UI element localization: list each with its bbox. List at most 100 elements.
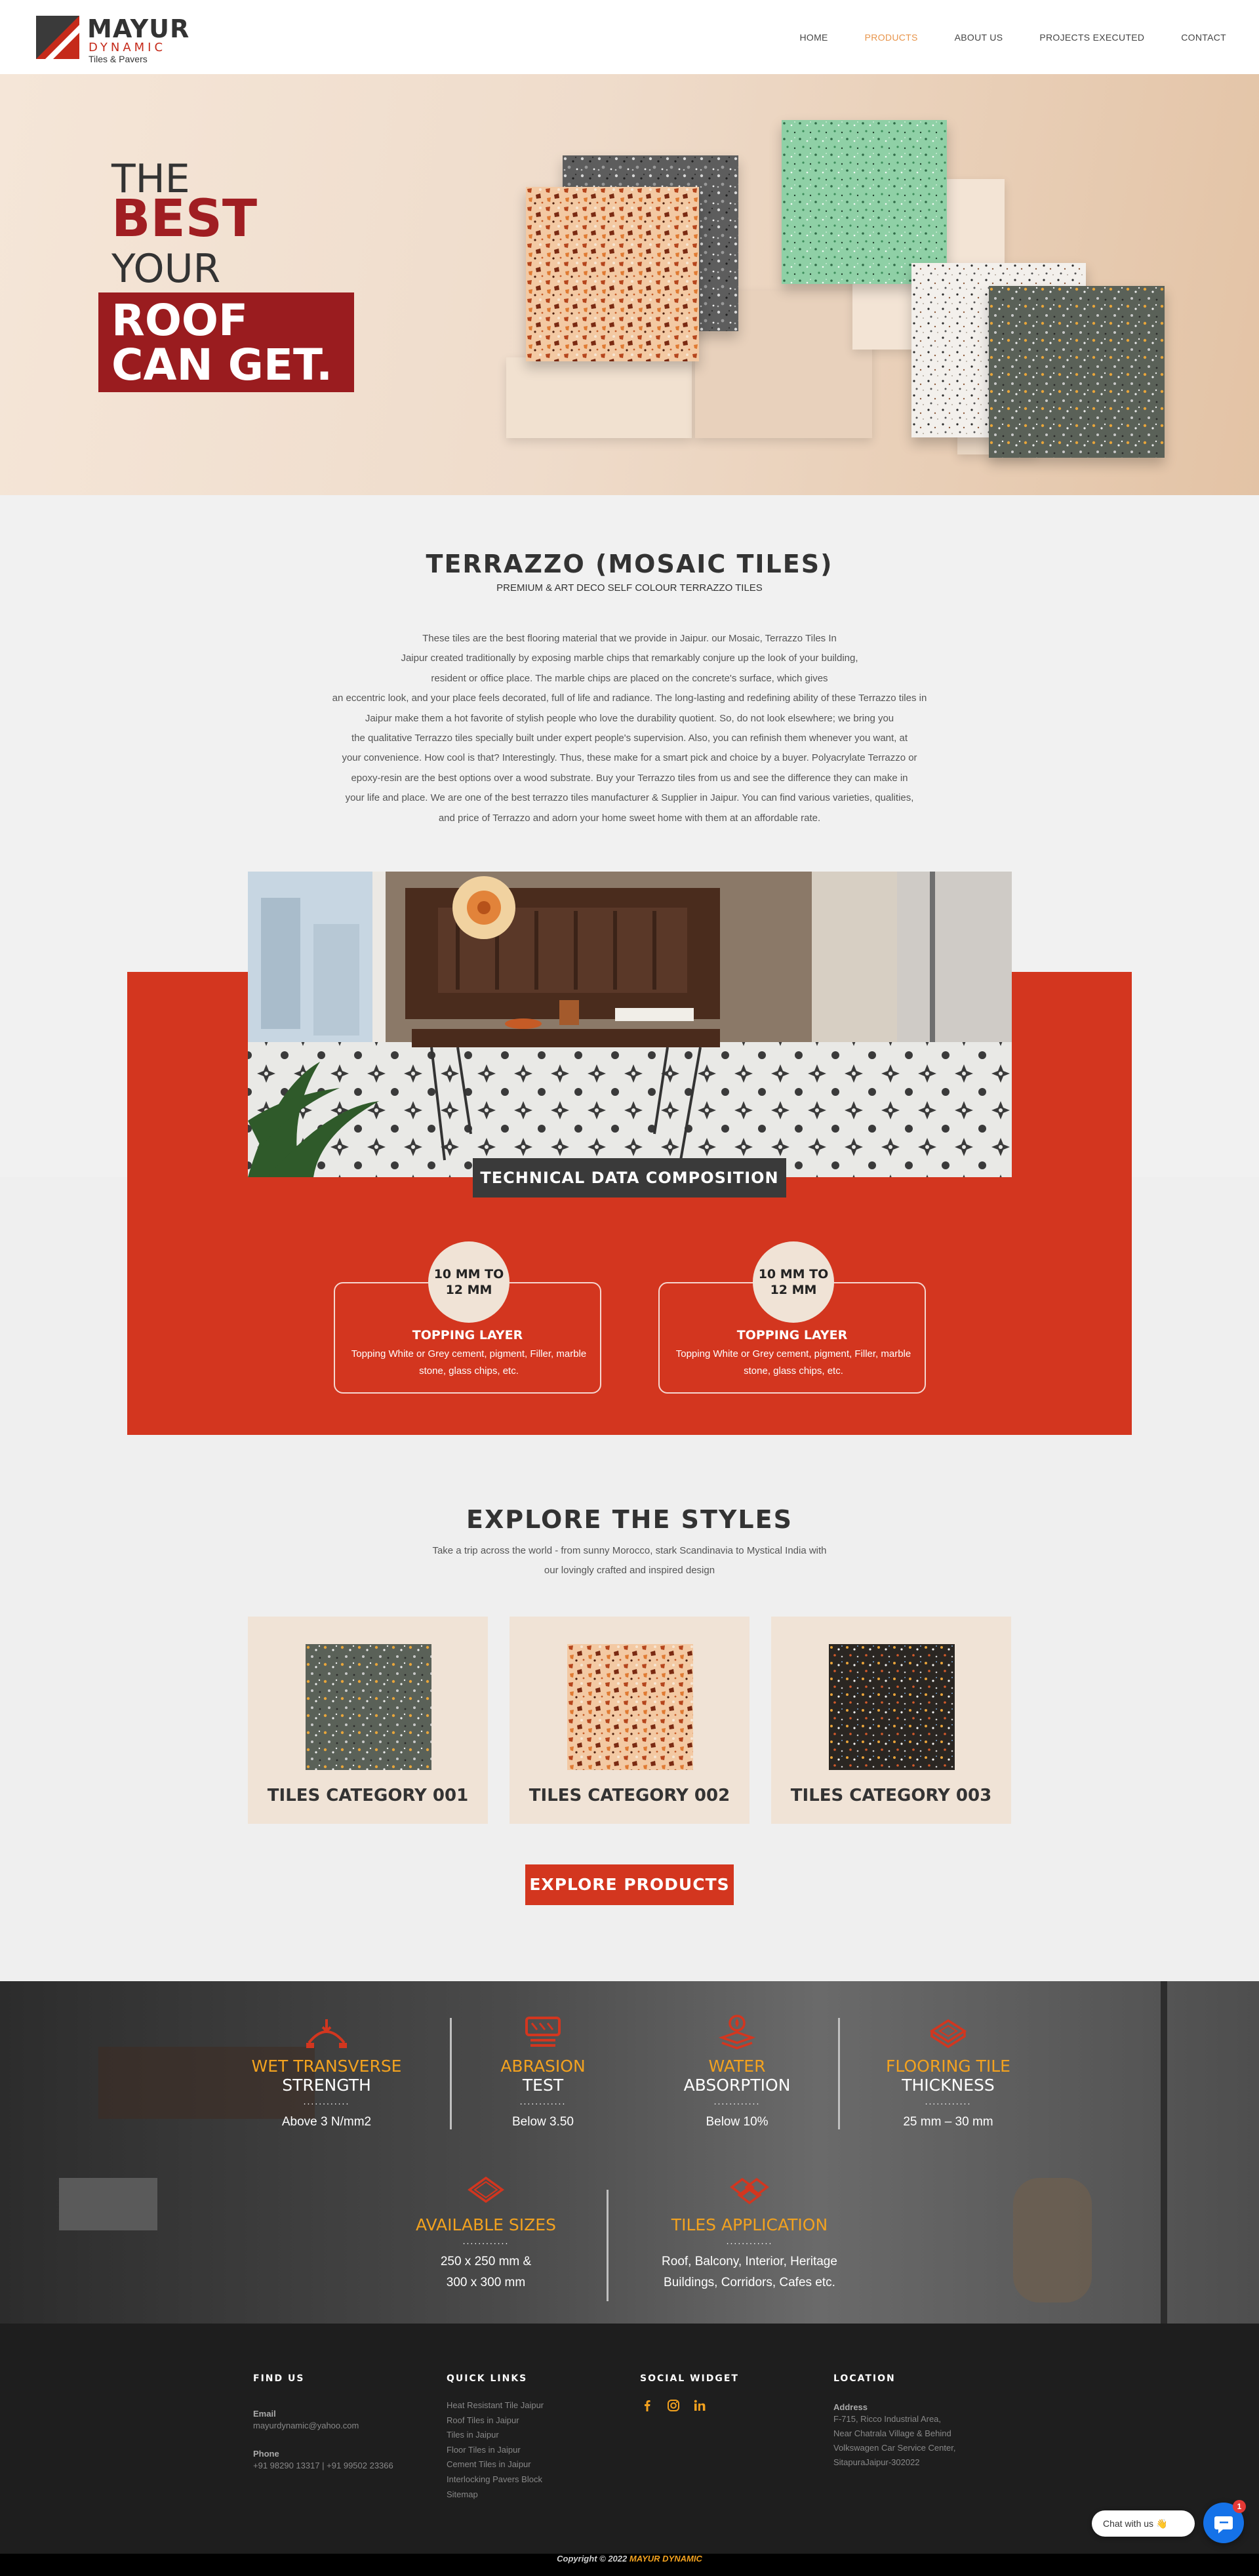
card-title: TOPPING LAYER (736, 1328, 848, 1342)
grey-terrazzo-tile-image (989, 286, 1165, 458)
quick-link[interactable]: Tiles in Jaipur (447, 2428, 630, 2443)
email-label: Email (253, 2409, 276, 2419)
nav-products[interactable]: PRODUCTS (865, 32, 918, 43)
spec-value: Below 10% (706, 2115, 769, 2129)
section-title-terrazzo: TERRAZZO (MOSAIC TILES) (426, 550, 833, 578)
thickness-line: 12 MM (770, 1283, 817, 1297)
spec-flooring-thickness: FLOORING TILE THICKNESS ............ 25 … (843, 2014, 1053, 2133)
intro-line: your life and place. We are one of the b… (345, 792, 914, 804)
card-description: Topping White or Grey cement, pigment, F… (351, 1348, 587, 1377)
phone-link[interactable]: +91 98290 13317 | +91 99502 23366 (253, 2459, 437, 2473)
spec-value: 25 mm – 30 mm (903, 2115, 993, 2129)
footer-heading: SOCIAL WIDGET (640, 2373, 739, 2384)
footer-find-us: FIND US Email mayurdynamic@yahoo.com Pho… (253, 2373, 437, 2473)
quick-link[interactable]: Heat Resistant Tile Jaipur (447, 2398, 630, 2413)
quick-link[interactable]: Cement Tiles in Jaipur (447, 2457, 630, 2472)
window-frame-shape (1161, 1981, 1167, 2324)
interior-room-image (248, 872, 1012, 1177)
thickness-line: 10 MM TO (758, 1267, 829, 1281)
spec-title: WET TRANSVERSE (251, 2057, 402, 2076)
spec-value-line: 250 x 250 mm & (440, 2255, 532, 2268)
tiles-category-card[interactable]: TILES CATEGORY 001 (248, 1617, 488, 1824)
spec-water-absorption: WATER ABSORPTION ............ Below 10% (632, 2014, 842, 2133)
spec-subtitle: THICKNESS (902, 2076, 995, 2095)
spec-dots: ............ (519, 2096, 567, 2106)
technical-data-title: TECHNICAL DATA COMPOSITION (473, 1158, 786, 1197)
social-icons (640, 2398, 824, 2413)
quick-link[interactable]: Sitemap (447, 2487, 630, 2503)
hero-highlight-box: ROOF CAN GET. (98, 292, 354, 392)
tile-category-image (567, 1644, 693, 1770)
category-label: TILES CATEGORY 001 (267, 1786, 469, 1805)
quick-link[interactable]: Interlocking Pavers Block (447, 2472, 630, 2487)
wave-emoji: 👋 (1155, 2518, 1168, 2529)
composition-card: 10 MM TO 12 MM TOPPING LAYER Topping Whi… (658, 1241, 926, 1394)
linkedin-icon[interactable] (692, 2398, 707, 2413)
tiles-category-card[interactable]: TILES CATEGORY 002 (510, 1617, 749, 1824)
spec-value-line: Roof, Balcony, Interior, Heritage (662, 2255, 837, 2268)
spec-divider (607, 2190, 609, 2301)
brand-name: MAYUR (87, 14, 190, 43)
orange-terrazzo-tile-image (526, 187, 699, 361)
address-label: Address (833, 2402, 868, 2412)
email-link[interactable]: mayurdynamic@yahoo.com (253, 2419, 437, 2433)
nav-about-us[interactable]: ABOUT US (955, 32, 1003, 43)
brand-logo[interactable]: MAYUR DYNAMIC Tiles & Pavers (36, 14, 207, 64)
tile-category-image (306, 1644, 431, 1770)
copyright-text: Copyright © 2022 (557, 2554, 628, 2564)
quick-link[interactable]: Roof Tiles in Jaipur (447, 2413, 630, 2428)
quick-link[interactable]: Floor Tiles in Jaipur (447, 2443, 630, 2458)
footer-heading: LOCATION (833, 2373, 896, 2384)
section-title-explore: EXPLORE THE STYLES (466, 1505, 793, 1534)
spec-value: Below 3.50 (511, 2115, 574, 2129)
logo-mark-icon (36, 16, 79, 59)
tiles-category-card[interactable]: TILES CATEGORY 003 (771, 1617, 1011, 1824)
card-title: TOPPING LAYER (412, 1328, 523, 1342)
abrasion-icon (525, 2017, 561, 2047)
chat-with-us-pill[interactable]: Chat with us 👋 (1092, 2510, 1195, 2537)
tile-stack-icon (730, 2177, 769, 2205)
spec-title: FLOORING TILE (886, 2057, 1010, 2076)
card-description: Topping White or Grey cement, pigment, F… (675, 1348, 911, 1377)
spec-subtitle: TEST (522, 2076, 564, 2095)
intro-line: Jaipur created traditionally by exposing… (401, 653, 858, 664)
spec-dots: ............ (713, 2096, 761, 2106)
spec-available-sizes: AVAILABLE SIZES ............ 250 x 250 m… (381, 2173, 591, 2293)
nav-projects-executed[interactable]: PROJECTS EXECUTED (1039, 32, 1144, 43)
thickness-circle: 10 MM TO 12 MM (428, 1241, 510, 1323)
category-label: TILES CATEGORY 003 (790, 1786, 992, 1805)
hero-line-your: YOUR (111, 246, 221, 292)
chat-label: Chat with us (1103, 2518, 1154, 2529)
spec-value: Above 3 N/mm2 (281, 2115, 372, 2129)
footer-location: LOCATION Address F-715, Ricco Industrial… (833, 2373, 1017, 2470)
specifications-band: WET TRANSVERSE STRENGTH ............ Abo… (0, 1981, 1259, 2324)
spec-value: Roof, Balcony, Interior, Heritage Buildi… (645, 2251, 854, 2293)
intro-line: Jaipur make them a hot favorite of styli… (365, 712, 894, 724)
address-line: SitapuraJaipur-302022 (833, 2457, 920, 2467)
spec-title: WATER (708, 2057, 766, 2076)
spec-divider (838, 2018, 840, 2129)
nav-contact[interactable]: CONTACT (1181, 32, 1226, 43)
explore-products-button[interactable]: EXPLORE PRODUCTS (525, 1864, 734, 1905)
bending-icon (306, 2019, 347, 2048)
coffee-table-shape (59, 2178, 157, 2230)
brand-sub: DYNAMIC (89, 41, 167, 54)
water-drop-icon (718, 2015, 756, 2049)
instagram-icon[interactable] (666, 2398, 681, 2413)
intro-line: your convenience. How cool is that? Inte… (342, 752, 917, 764)
hero-line-best: BEST (111, 190, 258, 249)
facebook-icon[interactable] (640, 2398, 654, 2413)
spec-abrasion: ABRASION TEST ............ Below 3.50 (438, 2014, 648, 2133)
copyright-brand: MAYUR DYNAMIC (629, 2554, 702, 2564)
spec-value: 250 x 250 mm & 300 x 300 mm (381, 2251, 591, 2293)
spec-tiles-application: TILES APPLICATION ............ Roof, Bal… (645, 2173, 854, 2293)
spec-dots: ............ (726, 2236, 773, 2246)
nav-home[interactable]: HOME (799, 32, 828, 43)
spec-title: TILES APPLICATION (671, 2215, 828, 2234)
explore-description: Take a trip across the world - from sunn… (393, 1541, 866, 1580)
main-nav: HOME PRODUCTS ABOUT US PROJECTS EXECUTED… (763, 32, 1226, 43)
intro-line: epoxy-resin are the best options over a … (351, 772, 908, 784)
composition-card: 10 MM TO 12 MM TOPPING LAYER Topping Whi… (334, 1241, 601, 1394)
green-terrazzo-tile-image (782, 120, 947, 284)
pedestal-block (506, 357, 692, 438)
